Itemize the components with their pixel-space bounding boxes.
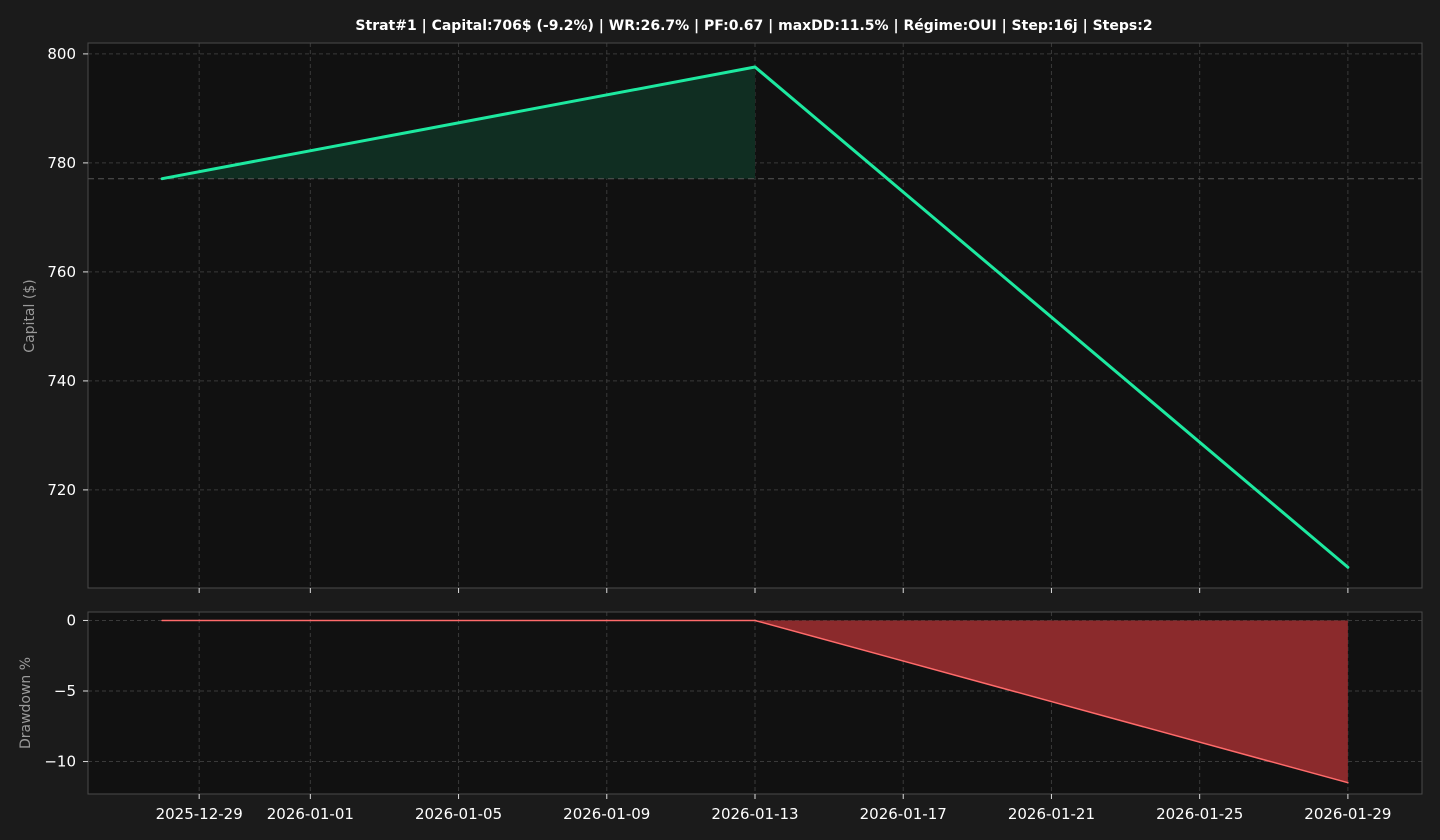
capital-panel: 720 740 760 780 800: [47, 42, 1423, 593]
x-tick-label: 2026-01-13: [711, 805, 798, 823]
x-tick-label: 2026-01-25: [1156, 805, 1243, 823]
x-tick-label: 2025-12-29: [156, 805, 243, 823]
y-tick-label: 760: [47, 263, 76, 281]
x-tick-label: 2026-01-29: [1304, 805, 1391, 823]
x-tick-label: 2026-01-09: [563, 805, 650, 823]
y-axis-label-capital: Capital ($): [22, 279, 38, 352]
y-tick-label: 0: [66, 611, 76, 629]
x-tick-label: 2026-01-21: [1008, 805, 1095, 823]
x-tick-label: 2026-01-17: [860, 805, 947, 823]
drawdown-panel: −10 −5 0 2025-12-29 2026-01-01 2026-01-05 2026…: [44, 611, 1423, 823]
y-axis-label-drawdown: Drawdown %: [18, 657, 34, 749]
y-tick-label: −5: [54, 682, 76, 700]
x-tick-label: 2026-01-01: [267, 805, 354, 823]
chart-svg: Strat#1 | Capital:706$ (-9.2%) | WR:26.7…: [18, 18, 1423, 823]
y-tick-label: 720: [47, 481, 76, 499]
x-tick-label: 2026-01-05: [415, 805, 502, 823]
y-tick-label: 740: [47, 372, 76, 390]
y-tick-label: 780: [47, 154, 76, 172]
chart-figure: Strat#1 | Capital:706$ (-9.2%) | WR:26.7…: [0, 0, 1440, 840]
y-tick-label: 800: [47, 45, 76, 63]
chart-title: Strat#1 | Capital:706$ (-9.2%) | WR:26.7…: [355, 18, 1152, 34]
y-tick-label: −10: [44, 753, 76, 771]
